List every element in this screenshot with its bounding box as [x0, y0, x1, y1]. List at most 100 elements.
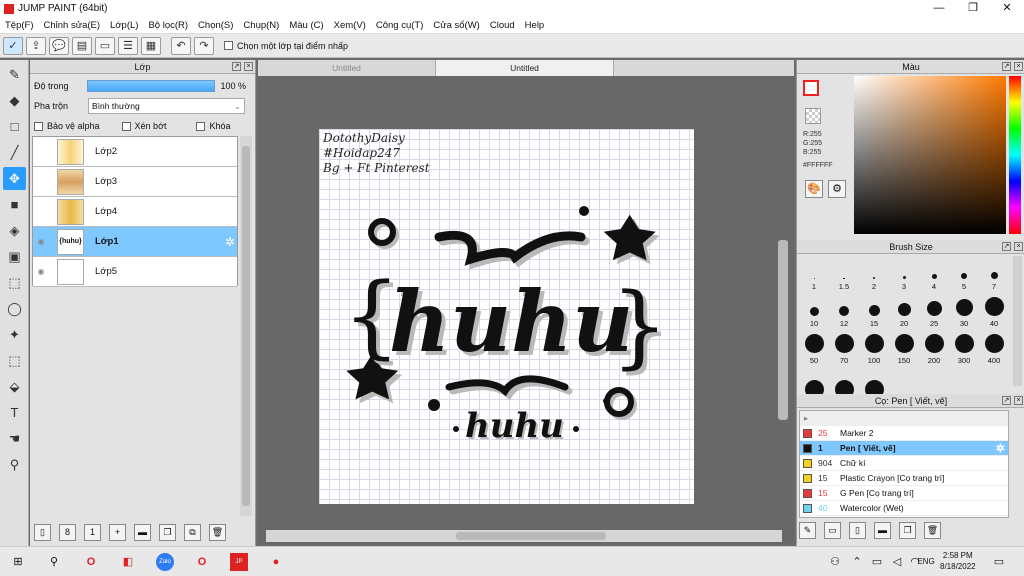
brush-size-option[interactable]: 12 [829, 293, 859, 330]
panel-close-icon[interactable]: × [244, 62, 253, 71]
opera-icon[interactable]: O [82, 553, 100, 571]
language-indicator[interactable]: ENG [914, 553, 938, 571]
brush-size-option[interactable]: 5 [949, 256, 979, 293]
brush-size-option[interactable]: 150 [889, 330, 919, 367]
gear-icon[interactable]: ✲ [225, 235, 235, 249]
layer-row[interactable]: ◉ Lớp5 [33, 257, 237, 287]
gear-icon[interactable]: ✲ [996, 442, 1005, 455]
text-icon[interactable]: T [3, 401, 26, 424]
brush-size-option[interactable]: 1.5 [829, 256, 859, 293]
brush-size-option[interactable]: 7 [979, 256, 1009, 293]
chevron-up-icon[interactable]: ⌃ [848, 553, 866, 571]
brush-size-option[interactable]: 50 [799, 330, 829, 367]
canvas-vertical-scroll[interactable] [778, 240, 788, 420]
eraser-icon[interactable]: ◆ [3, 89, 26, 112]
brush-size-option[interactable]: 70 [829, 330, 859, 367]
menu-view[interactable]: Xem(V) [329, 20, 371, 31]
share-icon[interactable]: ⇪ [26, 36, 46, 55]
list-icon[interactable]: ☰ [118, 36, 138, 55]
checkbox-icon[interactable] [224, 41, 233, 50]
bucket-icon[interactable]: ◈ [3, 219, 26, 242]
opacity-slider[interactable] [86, 80, 215, 92]
layer-scrollbar[interactable] [240, 136, 252, 516]
lasso-icon[interactable]: ◯ [3, 297, 26, 320]
menu-tools[interactable]: Công cụ(T) [371, 20, 429, 31]
magic-wand-icon[interactable]: ✦ [3, 323, 26, 346]
windows-start-icon[interactable]: ⊞ [9, 553, 27, 571]
lock-checkbox[interactable] [196, 121, 206, 131]
search-icon[interactable]: ⚲ [45, 553, 63, 571]
clock[interactable]: 2:58 PM 8/18/2022 [940, 550, 976, 572]
brush-size-option[interactable]: 10 [799, 293, 829, 330]
brush-tool-item[interactable]: 15 Plastic Crayon [Cọ trang trí] [800, 471, 1008, 486]
battery-icon[interactable]: ▭ [868, 553, 886, 571]
brush-size-option[interactable]: 1 [799, 256, 829, 293]
maximize-button[interactable]: ❐ [956, 0, 990, 17]
brush-size-option[interactable]: 200 [919, 330, 949, 367]
canvas-horizontal-scroll[interactable] [266, 530, 782, 542]
brush-size-option[interactable]: 400 [979, 330, 1009, 367]
record-icon[interactable]: ● [267, 553, 285, 571]
brush-size-option[interactable]: 100 [859, 330, 889, 367]
ref-layer-checkbox[interactable]: Chọn một lớp tại điểm nhấp [224, 41, 348, 51]
clipping-checkbox[interactable] [121, 121, 131, 131]
saturation-value-picker[interactable] [854, 76, 1006, 234]
menu-file[interactable]: Tệp(F) [0, 20, 39, 31]
people-icon[interactable]: ⚇ [826, 553, 844, 571]
protect-alpha-checkbox[interactable] [34, 121, 43, 131]
move-icon[interactable]: ✥ [3, 167, 26, 190]
menu-help[interactable]: Help [520, 20, 550, 31]
volume-icon[interactable]: ◁ [888, 553, 906, 571]
brush-size-option[interactable]: 30 [949, 293, 979, 330]
undock-icon[interactable]: ↗ [1002, 242, 1011, 251]
panel-close-icon[interactable]: × [1014, 396, 1023, 405]
hand-icon[interactable]: ☚ [3, 427, 26, 450]
new-layer-icon[interactable]: ▯ [34, 523, 51, 541]
brush-size-option[interactable]: 300 [949, 330, 979, 367]
brush-size-option[interactable]: 15 [859, 293, 889, 330]
menu-color[interactable]: Màu (C) [284, 20, 328, 31]
zalo-icon[interactable]: Zalo [156, 553, 174, 571]
palette-settings-icon[interactable]: ⚙ [828, 180, 846, 198]
comment-icon[interactable]: ▤ [72, 36, 92, 55]
brush-size-option[interactable]: 4 [919, 256, 949, 293]
panel-close-icon[interactable]: × [1014, 62, 1023, 71]
blend-mode-select[interactable]: Bình thường ⌄ [88, 98, 246, 114]
add-brush-icon[interactable]: ▭ [824, 522, 841, 539]
transparent-color-swatch[interactable] [805, 108, 821, 124]
menu-edit[interactable]: Chỉnh sửa(E) [39, 20, 106, 31]
folder-add-icon[interactable]: ▯ [849, 522, 866, 539]
undock-icon[interactable]: ↗ [232, 62, 241, 71]
select-eraser-icon[interactable]: ⬙ [3, 375, 26, 398]
layer-row[interactable]: Lớp2 [33, 137, 237, 167]
tab-untitled-1[interactable]: Untitled [258, 60, 436, 76]
brush-tool-item[interactable]: 25 Marker 2 [800, 426, 1008, 441]
undock-icon[interactable]: ↗ [1002, 396, 1011, 405]
hue-slider[interactable] [1009, 76, 1021, 234]
tab-untitled-2[interactable]: Untitled [436, 60, 614, 76]
duplicate-icon[interactable]: ❐ [899, 522, 916, 539]
duplicate-icon[interactable]: ❐ [159, 523, 176, 541]
visibility-icon[interactable]: ◉ [33, 267, 49, 276]
check-icon[interactable]: ✓ [3, 36, 23, 55]
line-icon[interactable]: ╱ [3, 141, 26, 164]
brush-icon[interactable]: ✎ [799, 522, 816, 539]
merge-icon[interactable]: ⧉ [184, 523, 201, 541]
new-layer-1bit-icon[interactable]: 1 [84, 523, 101, 541]
speech-bubble-icon[interactable]: 💬 [49, 36, 69, 55]
menu-select[interactable]: Chọn(S) [193, 20, 238, 31]
trash-icon[interactable]: 🗑 [209, 523, 226, 541]
eyedropper-icon[interactable]: ⚲ [3, 453, 26, 476]
document-icon[interactable]: ▭ [95, 36, 115, 55]
fill-rect-icon[interactable]: ■ [3, 193, 26, 216]
rectangle-icon[interactable]: □ [3, 115, 26, 138]
opera-gx-icon[interactable]: O [193, 553, 211, 571]
trash-icon[interactable]: 🗑 [924, 522, 941, 539]
layer-row[interactable]: Lớp4 [33, 197, 237, 227]
menu-cloud[interactable]: Cloud [485, 20, 520, 31]
brush-tool-item[interactable]: 40 Watercolor (Wet) [800, 501, 1008, 516]
brush-icon[interactable]: ✎ [3, 63, 26, 86]
jump-paint-icon[interactable]: JP [230, 553, 248, 571]
scroll-thumb[interactable] [456, 532, 606, 540]
menu-filter[interactable]: Bộ lọc(R) [143, 20, 193, 31]
